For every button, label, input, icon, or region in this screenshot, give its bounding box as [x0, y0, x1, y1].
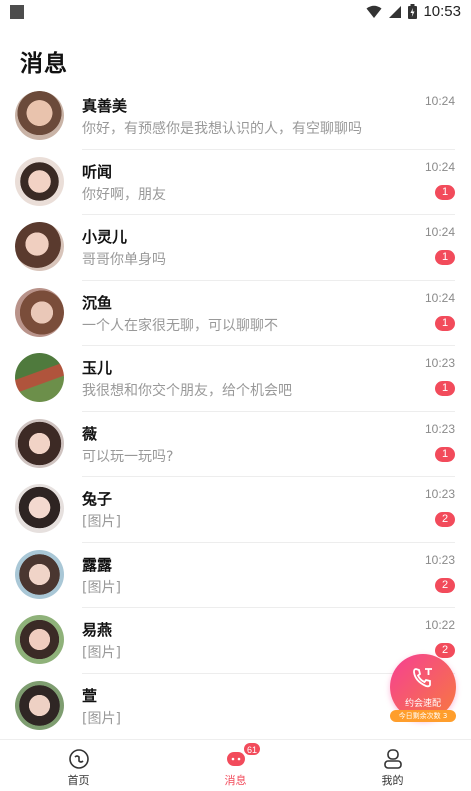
message-time: 10:23: [424, 356, 455, 370]
avatar[interactable]: [15, 287, 64, 337]
unread-badge: 1: [435, 250, 455, 265]
message-item[interactable]: 沉鱼 一个人在家很无聊，可以聊聊不 10:24 1: [0, 281, 471, 346]
avatar[interactable]: [15, 680, 64, 730]
remaining-count-pill: 今日剩余次数 3: [390, 710, 456, 722]
unread-badge: 1: [435, 315, 455, 331]
message-time: 10:23: [424, 487, 455, 501]
unread-badge: 1: [435, 184, 455, 200]
message-item[interactable]: 薇 可以玩一玩吗? 10:23 1: [0, 412, 471, 477]
message-time: 10:24: [424, 159, 455, 174]
message-preview: [图片]: [82, 579, 121, 596]
message-preview: 哥哥你单身吗: [82, 252, 166, 268]
avatar[interactable]: [15, 484, 64, 533]
message-preview: 你好啊，朋友: [82, 186, 166, 203]
tab-home-label: 首页: [67, 774, 90, 787]
status-time: 10:53: [423, 3, 461, 20]
contact-name: 真善美: [82, 97, 128, 115]
message-preview: [图片]: [82, 710, 121, 727]
home-icon: [68, 749, 89, 769]
contact-name: 萱: [82, 686, 98, 705]
avatar[interactable]: [15, 91, 64, 140]
phone-call-icon: [413, 668, 432, 688]
message-item[interactable]: 玉儿 我很想和你交个朋友，给个机会吧 10:23 1: [0, 346, 471, 412]
tab-profile[interactable]: 我的: [314, 740, 471, 791]
message-preview: [图片]: [82, 514, 121, 530]
message-item[interactable]: 听闻 你好啊，朋友 10:24 1: [0, 150, 471, 215]
message-time: 10:24: [424, 290, 455, 305]
contact-name: 沉鱼: [82, 293, 113, 312]
signal-icon: [389, 5, 402, 18]
unread-badge: 2: [435, 643, 455, 658]
wifi-icon: [366, 5, 382, 18]
status-bar: 10:53: [0, 0, 471, 26]
tab-messages[interactable]: 61 消息: [157, 740, 314, 791]
message-item[interactable]: 露露 [图片] 10:23 2: [0, 543, 471, 608]
avatar[interactable]: [15, 418, 64, 468]
contact-name: 薇: [82, 424, 98, 443]
message-preview: 一个人在家很无聊，可以聊聊不: [82, 317, 278, 334]
contact-name: 听闻: [82, 162, 113, 181]
unread-badge: 2: [435, 512, 455, 527]
page-title: 消息: [20, 51, 68, 77]
contact-name: 易燕: [82, 621, 113, 639]
message-time: 10:23: [424, 421, 455, 436]
message-time: 10:23: [424, 552, 455, 567]
contact-name: 玉儿: [82, 359, 113, 377]
message-preview: 我很想和你交个朋友，给个机会吧: [82, 383, 292, 399]
profile-icon: [383, 749, 402, 769]
message-preview: 你好，有预感你是我想认识的人，有空聊聊吗: [82, 121, 362, 137]
status-indicators: 10:53: [366, 3, 461, 20]
message-preview: 可以玩一玩吗?: [82, 448, 174, 465]
avatar[interactable]: [15, 222, 64, 271]
message-count-badge: 61: [243, 742, 262, 756]
tab-messages-label: 消息: [224, 774, 247, 787]
unread-badge: 1: [435, 381, 455, 396]
message-list: 真善美 你好，有预感你是我想认识的人，有空聊聊吗 10:24 听闻 你好啊，朋友…: [0, 84, 471, 739]
message-preview: [图片]: [82, 645, 121, 661]
notification-icon: [10, 5, 24, 19]
message-time: 10:24: [424, 225, 455, 239]
avatar[interactable]: [15, 156, 64, 206]
contact-name: 兔子: [82, 490, 113, 508]
tab-home[interactable]: 首页: [0, 740, 157, 791]
message-time: 10:24: [424, 94, 455, 108]
message-item[interactable]: 兔子 [图片] 10:23 2: [0, 477, 471, 543]
contact-name: 小灵儿: [82, 228, 128, 246]
battery-icon: [408, 4, 418, 19]
unread-badge: 2: [435, 577, 455, 593]
tab-profile-label: 我的: [381, 774, 404, 787]
message-time: 10:22: [424, 618, 455, 632]
avatar[interactable]: [15, 615, 64, 664]
avatar[interactable]: [15, 353, 64, 402]
message-item[interactable]: 小灵儿 哥哥你单身吗 10:24 1: [0, 215, 471, 281]
bottom-nav: 首页 61 消息 我的: [0, 739, 471, 791]
avatar[interactable]: [15, 549, 64, 599]
contact-name: 露露: [82, 555, 113, 574]
unread-badge: 1: [435, 446, 455, 462]
message-item[interactable]: 真善美 你好，有预感你是我想认识的人，有空聊聊吗 10:24: [0, 84, 471, 150]
quick-match-label: 约会速配: [404, 699, 441, 709]
